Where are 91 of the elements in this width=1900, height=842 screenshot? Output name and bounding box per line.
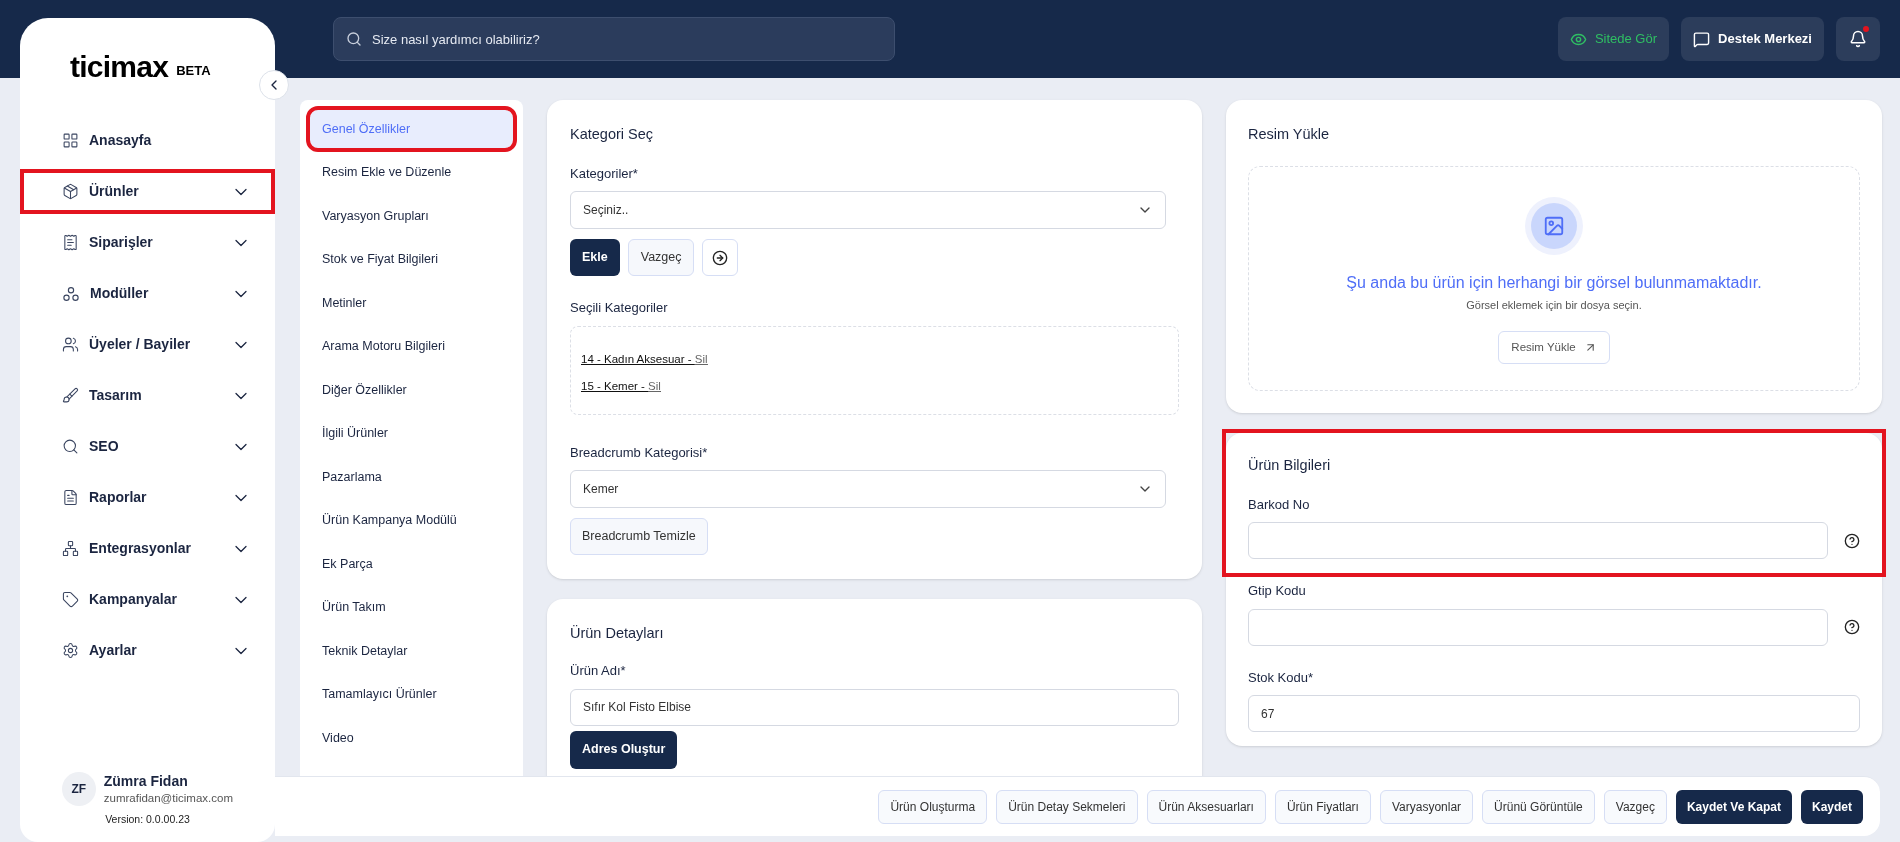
nav-item[interactable]: Modüller	[24, 275, 271, 312]
selected-category: 14 - Kadın Aksesuar - Sil	[581, 351, 709, 367]
footer-button[interactable]: Ürün Fiyatları	[1274, 789, 1371, 824]
footer-button[interactable]: Ürün Detay Sekmeleri	[996, 789, 1138, 824]
section-tab[interactable]: Metinler	[310, 284, 513, 322]
upload-button[interactable]: Resim Yükle	[1498, 331, 1610, 365]
cancel-button[interactable]: Vazgeç	[627, 239, 695, 277]
version-text: Version: 0.0.00.23	[104, 812, 191, 828]
nav-item[interactable]: Kampanyalar	[24, 581, 271, 618]
field-label: Ürün Adı*	[570, 662, 627, 680]
clear-breadcrumb-button[interactable]: Breadcrumb Temizle	[570, 518, 708, 556]
section-tab[interactable]: Resim Ekle ve Düzenle	[310, 153, 513, 192]
footer-button[interactable]: Ürün Aksesuarları	[1146, 789, 1266, 824]
nav-item[interactable]: Ürünler	[24, 173, 271, 210]
user-email: zumrafidan@ticimax.com	[103, 790, 233, 806]
section-tab[interactable]: Video	[310, 719, 513, 757]
help-icon[interactable]	[1844, 532, 1860, 549]
help-icon[interactable]	[1844, 619, 1860, 635]
users-icon	[62, 336, 79, 353]
notification-button[interactable]	[1836, 17, 1880, 61]
forward-button[interactable]	[702, 239, 739, 277]
section-tab[interactable]: Ek Parça	[310, 545, 513, 583]
nav-item[interactable]: Anasayfa	[24, 122, 271, 159]
support-button[interactable]: Destek Merkezi	[1681, 17, 1824, 61]
empty-hint: Görsel eklemek için bir dosya seçin.	[1466, 297, 1642, 313]
section-tab[interactable]: Ürün Takım	[310, 588, 513, 627]
footer-button[interactable]: Varyasyonlar	[1379, 789, 1474, 824]
footer-button[interactable]: Kaydet	[1801, 789, 1863, 824]
settings-icon	[62, 642, 79, 659]
message-icon	[1693, 30, 1711, 48]
section-tab[interactable]: Ürün Kampanya Modülü	[310, 501, 513, 540]
collapse-button[interactable]	[259, 70, 289, 100]
footer-button[interactable]: Kaydet Ve Kapat	[1675, 789, 1792, 824]
search-field[interactable]: Size nasıl yardımcı olabiliriz?	[333, 17, 895, 61]
remove-link[interactable]: Sil	[694, 352, 708, 365]
box-icon	[62, 183, 79, 200]
field-label: Gtip Kodu	[1248, 582, 1307, 600]
network-icon	[62, 540, 79, 557]
nav-item[interactable]: Üyeler / Bayiler	[24, 326, 271, 363]
avatar: ZF	[62, 772, 96, 807]
nav-item[interactable]: SEO	[24, 428, 271, 465]
create-address-button[interactable]: Adres Oluştur	[570, 730, 678, 769]
section-tab[interactable]: Teknik Detaylar	[310, 632, 513, 670]
nav-item[interactable]: Entegrasyonlar	[24, 530, 271, 567]
beta-label: BETA	[176, 61, 211, 80]
field-label: Barkod No	[1248, 495, 1311, 514]
footer-button[interactable]: Ürün Oluşturma	[878, 789, 988, 824]
circles-icon	[62, 284, 80, 303]
section-tab[interactable]: Tamamlayıcı Ürünler	[310, 675, 513, 714]
gtip-field[interactable]	[1248, 608, 1828, 646]
field-label: Seçili Kategoriler	[570, 299, 669, 318]
bell-icon	[1849, 30, 1867, 48]
card-title: Kategori Seç	[570, 125, 655, 144]
logo: ticimax	[70, 52, 169, 82]
arrow-right-circle-icon	[712, 249, 729, 266]
empty-title: Şu anda bu ürün için herhangi bir görsel bulunmamaktadır.	[1346, 272, 1762, 293]
add-button[interactable]: Ekle	[570, 239, 620, 277]
grid-icon	[62, 132, 79, 149]
product-name-field[interactable]: Sıfır Kol Fisto Elbise	[570, 688, 1179, 726]
view-site-button[interactable]: Sitede Gör	[1557, 17, 1670, 61]
nav-item[interactable]: Raporlar	[24, 479, 271, 516]
section-tab[interactable]: İlgili Ürünler	[310, 414, 513, 453]
section-tab[interactable]: Stok ve Fiyat Bilgileri	[310, 240, 513, 279]
stock-code-field[interactable]: 67	[1248, 695, 1860, 732]
document-icon	[62, 489, 79, 506]
receipt-icon	[62, 234, 79, 251]
category-select[interactable]: Seçiniz..	[570, 191, 1166, 230]
nav-item[interactable]: Ayarlar	[24, 632, 271, 669]
section-tab[interactable]: Pazarlama	[310, 458, 513, 496]
section-tab[interactable]: Diğer Özellikler	[310, 371, 513, 409]
selected-category: 15 - Kemer - Sil	[581, 379, 662, 394]
nav-item[interactable]: Siparişler	[24, 224, 271, 261]
search-icon	[62, 438, 79, 455]
card-title: Ürün Bilgileri	[1248, 455, 1332, 475]
field-label: Breadcrumb Kategorisi*	[570, 443, 709, 462]
section-tab[interactable]: Varyasyon Grupları	[310, 197, 513, 235]
breadcrumb-select[interactable]: Kemer	[570, 470, 1166, 509]
footer-button[interactable]: Ürünü Görüntüle	[1482, 789, 1595, 824]
card-title: Ürün Detayları	[570, 624, 665, 644]
remove-link[interactable]: Sil	[648, 380, 661, 392]
user-name: Zümra Fidan	[103, 773, 189, 791]
nav-item[interactable]: Tasarım	[24, 377, 271, 414]
field-label: Kategoriler*	[570, 164, 639, 183]
card-title: Resim Yükle	[1248, 125, 1331, 144]
search-icon	[346, 31, 362, 47]
footer-button[interactable]: Vazgeç	[1603, 789, 1667, 824]
field-label: Stok Kodu*	[1248, 668, 1315, 687]
tag-icon	[62, 591, 79, 608]
brush-icon	[62, 387, 79, 404]
barcode-field[interactable]	[1248, 522, 1828, 559]
section-tab[interactable]: Arama Motoru Bilgileri	[310, 327, 513, 366]
